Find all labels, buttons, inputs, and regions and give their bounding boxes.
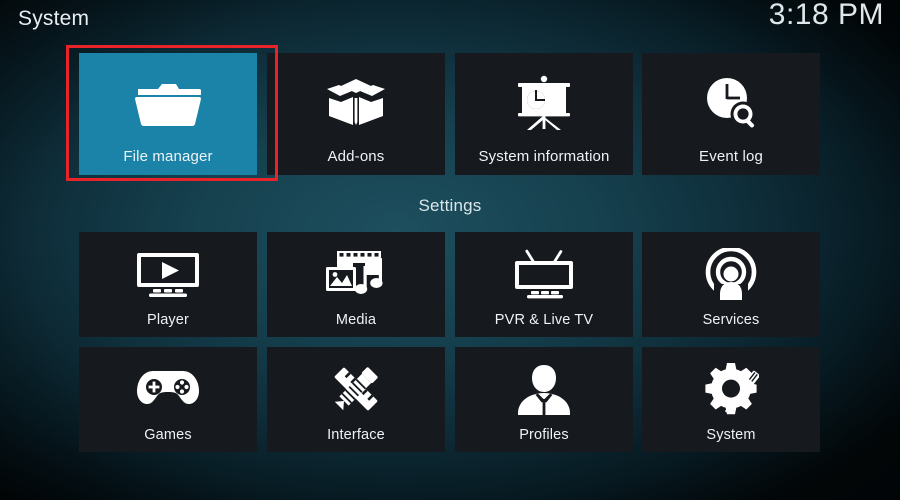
top-bar: System 3:18 PM [0, 0, 900, 44]
tile-player[interactable]: Player [79, 232, 257, 337]
tile-label: PVR & Live TV [494, 312, 594, 328]
open-box-icon [267, 53, 445, 148]
middle-tile-row: Player Media PVR & Live TV Services [0, 232, 900, 337]
tile-label: Add-ons [327, 148, 385, 165]
tile-label: Player [147, 312, 189, 328]
tile-label: Event log [699, 148, 763, 165]
tile-event-log[interactable]: Event log [642, 53, 820, 175]
tile-media[interactable]: Media [267, 232, 445, 337]
tile-label: Media [335, 312, 377, 328]
tile-label: System information [478, 148, 610, 165]
tile-profiles[interactable]: Profiles [455, 347, 633, 452]
bottom-tile-row: Games Interface Profiles System [0, 347, 900, 462]
settings-section-label: Settings [418, 196, 482, 215]
tile-system-information[interactable]: System information [455, 53, 633, 175]
tile-label: Profiles [519, 427, 569, 443]
presentation-chart-icon [455, 53, 633, 148]
tile-interface[interactable]: Interface [267, 347, 445, 452]
tile-label: Interface [327, 427, 385, 443]
gear-screwdriver-icon [642, 347, 820, 427]
broadcast-person-icon [642, 232, 820, 312]
person-bust-icon [455, 347, 633, 427]
tile-label: System [706, 427, 756, 443]
selection-highlight-box [66, 45, 278, 181]
tile-label: Services [702, 312, 760, 328]
page-title: System [18, 7, 90, 30]
monitor-play-icon [79, 232, 257, 312]
tile-add-ons[interactable]: Add-ons [267, 53, 445, 175]
clock: 3:18 PM [768, 0, 884, 31]
film-photo-music-icon [267, 232, 445, 312]
tile-pvr-live-tv[interactable]: PVR & Live TV [455, 232, 633, 337]
tile-services[interactable]: Services [642, 232, 820, 337]
tile-games[interactable]: Games [79, 347, 257, 452]
clock-search-icon [642, 53, 820, 148]
kodi-system-screen: System 3:18 PM File manager Add-ons Syst… [0, 0, 900, 500]
tv-antenna-icon [455, 232, 633, 312]
tile-system[interactable]: System [642, 347, 820, 452]
pencil-ruler-icon [267, 347, 445, 427]
gamepad-icon [79, 347, 257, 427]
tile-label: Games [144, 427, 192, 443]
